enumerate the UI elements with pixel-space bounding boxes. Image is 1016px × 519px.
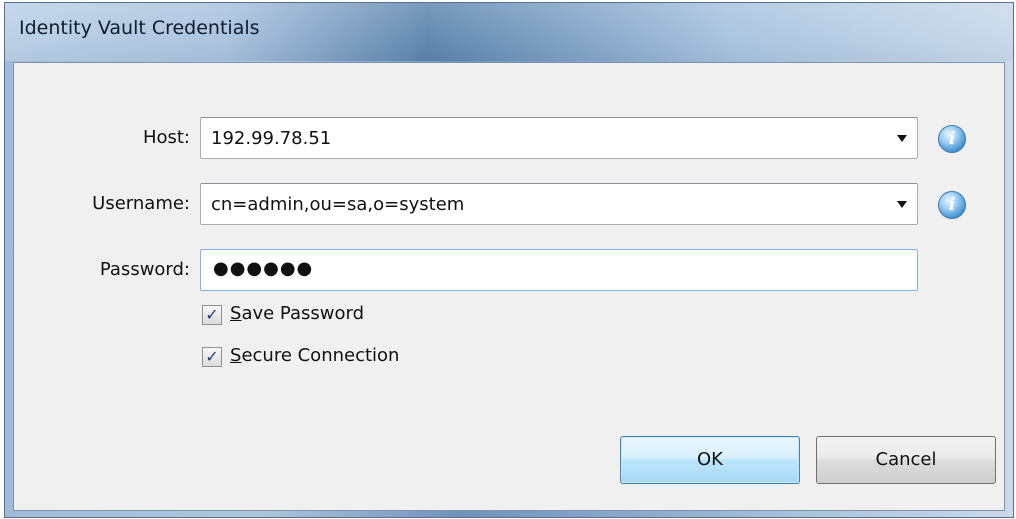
password-label: Password: (99, 259, 190, 280)
window-title: Identity Vault Credentials (19, 17, 260, 39)
password-value: ●●●●●● (213, 258, 314, 279)
info-icon[interactable]: i (938, 125, 966, 153)
secure-connection-mnemonic: S (230, 345, 242, 366)
save-password-label[interactable]: Save Password (230, 303, 364, 324)
info-icon[interactable]: i (938, 191, 966, 219)
ok-button[interactable]: OK (620, 436, 800, 484)
save-password-mnemonic: S (230, 303, 242, 324)
save-password-checkbox[interactable]: ✓ (202, 305, 222, 325)
host-label: Host: (142, 127, 190, 148)
secure-connection-label[interactable]: Secure Connection (230, 345, 399, 366)
password-field[interactable]: ●●●●●● (200, 249, 918, 291)
host-value: 192.99.78.51 (211, 128, 332, 149)
title-bar[interactable]: Identity Vault Credentials (5, 3, 1013, 61)
chevron-down-icon[interactable] (897, 135, 907, 142)
chevron-down-icon[interactable] (897, 201, 907, 208)
secure-connection-label-text: ecure Connection (241, 345, 400, 366)
save-password-label-text: ave Password (241, 303, 364, 324)
username-value: cn=admin,ou=sa,o=system (211, 194, 465, 215)
dialog-window: Identity Vault Credentials Host: 192.99.… (4, 2, 1014, 518)
dialog-body: Host: 192.99.78.51 i Username: cn=admin,… (13, 62, 1005, 511)
username-combobox[interactable]: cn=admin,ou=sa,o=system (200, 183, 918, 225)
username-label: Username: (92, 193, 190, 214)
secure-connection-checkbox[interactable]: ✓ (202, 347, 222, 367)
cancel-button[interactable]: Cancel (816, 436, 996, 484)
host-combobox[interactable]: 192.99.78.51 (200, 117, 918, 159)
